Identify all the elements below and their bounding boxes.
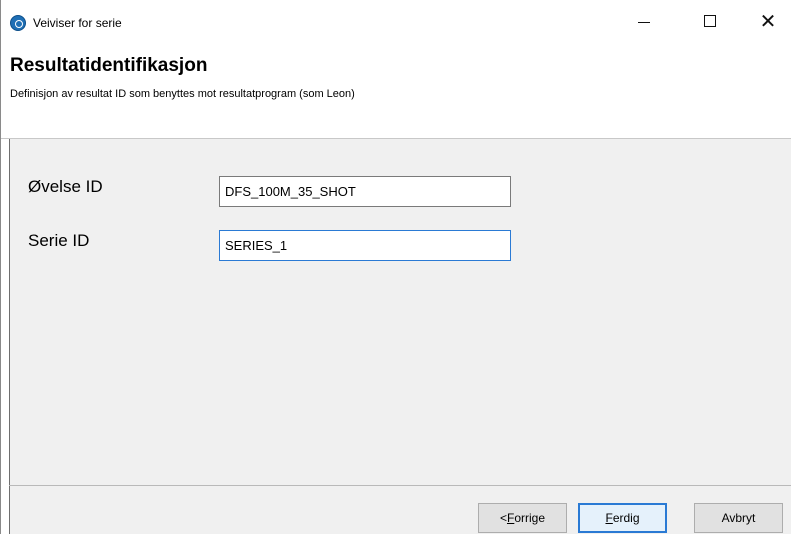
wizard-header: Resultatidentifikasjon Definisjon av res… xyxy=(1,42,791,139)
ovelse-id-label: Øvelse ID xyxy=(28,177,103,196)
finish-button-mnemonic: F xyxy=(605,511,613,525)
minimize-button[interactable] xyxy=(621,0,667,42)
window-title: Veiviser for serie xyxy=(33,16,122,30)
title-bar[interactable]: Veiviser for serie ✕ xyxy=(1,0,791,42)
previous-button-prefix: < xyxy=(499,511,507,525)
finish-button[interactable]: Ferdig xyxy=(578,503,667,533)
serie-id-input[interactable] xyxy=(219,230,511,261)
close-icon: ✕ xyxy=(759,9,777,33)
wizard-window: Veiviser for serie ✕ Resultatidentifikas… xyxy=(0,0,791,534)
page-title: Resultatidentifikasjon xyxy=(10,55,208,76)
wizard-content: Øvelse ID Serie ID xyxy=(9,139,791,485)
close-button[interactable]: ✕ xyxy=(745,0,791,42)
cancel-button[interactable]: Avbryt xyxy=(694,503,783,533)
previous-button[interactable]: < Forrige xyxy=(478,503,567,533)
minimize-icon xyxy=(638,21,650,23)
maximize-icon xyxy=(704,15,716,27)
previous-button-mnemonic: F xyxy=(506,511,515,525)
finish-button-label: erdig xyxy=(612,511,640,525)
serie-id-label: Serie ID xyxy=(28,231,90,250)
page-subtitle: Definisjon av resultat ID som benyttes m… xyxy=(10,88,355,100)
ovelse-id-input[interactable] xyxy=(219,176,511,207)
wizard-footer: < Forrige Ferdig Avbryt xyxy=(9,486,791,534)
maximize-button[interactable] xyxy=(687,0,733,42)
app-icon xyxy=(10,15,26,31)
previous-button-label: orrige xyxy=(514,511,546,525)
